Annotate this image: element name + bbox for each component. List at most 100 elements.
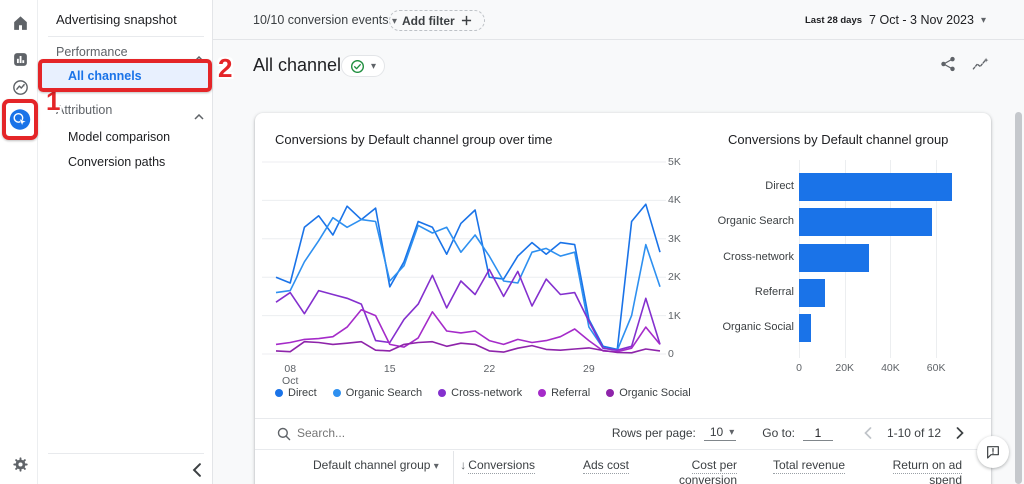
- y-tick-label: 1K: [668, 309, 681, 322]
- go-to-label: Go to:: [762, 426, 795, 440]
- add-filter-button[interactable]: Add filter: [389, 10, 485, 31]
- y-tick-label: 0: [668, 348, 674, 360]
- page-range-label: 1-10 of 12: [886, 426, 941, 440]
- nav-item-model-comparison[interactable]: Model comparison: [68, 130, 170, 144]
- bar-category-label: Cross-network: [723, 250, 794, 263]
- bar-category-label: Referral: [754, 285, 794, 298]
- nav-divider: [48, 453, 204, 454]
- legend-item-cross-network[interactable]: Cross-network: [438, 387, 522, 399]
- collapse-nav-icon[interactable]: [188, 461, 206, 479]
- vertical-scrollbar[interactable]: [1015, 112, 1022, 484]
- gear-icon[interactable]: [9, 453, 31, 475]
- y-tick-label: 2K: [668, 271, 681, 284]
- legend-label: Cross-network: [451, 387, 523, 399]
- date-range-selector[interactable]: Last 28 days 7 Oct - 3 Nov 2023 ▾: [805, 13, 986, 27]
- filter-bar: 10/10 conversion events ▾ Add filter Las…: [213, 0, 1024, 40]
- report-status-badge[interactable]: ▾: [341, 55, 386, 77]
- home-icon[interactable]: [9, 12, 31, 34]
- conversion-events-label: 10/10 conversion events: [253, 13, 389, 27]
- y-tick-label: 4K: [668, 194, 681, 207]
- column-header-ads-cost[interactable]: Ads cost: [545, 458, 629, 474]
- conversion-events-selector[interactable]: 10/10 conversion events ▾: [253, 13, 397, 27]
- next-page-icon[interactable]: [951, 424, 969, 442]
- legend-item-organic-search[interactable]: Organic Search: [332, 387, 422, 399]
- page-title: All channels: [253, 55, 351, 75]
- legend-dot-icon: [538, 389, 547, 397]
- line-chart-legend: Direct Organic Search Cross-network Referra…: [275, 387, 691, 399]
- bar-x-tick-label: 40K: [881, 362, 900, 374]
- add-filter-label: Add filter: [402, 13, 455, 28]
- explore-icon[interactable]: [9, 76, 31, 98]
- plus-icon: [461, 15, 471, 26]
- bar-category-label: Organic Social: [722, 321, 794, 333]
- column-header-return-on-ad-spend[interactable]: Return on ad spend: [872, 458, 962, 484]
- caret-down-icon: ▾: [371, 60, 377, 72]
- nav-section-performance[interactable]: Performance: [56, 45, 128, 59]
- ga4-advertising-page: Advertising snapshot Performance All cha…: [0, 0, 1024, 484]
- y-tick-label: 3K: [668, 232, 681, 245]
- legend-dot-icon: [606, 389, 615, 397]
- column-header-conversions[interactable]: ↓ Conversions: [435, 458, 535, 474]
- legend-item-organic-social[interactable]: Organic Social: [606, 387, 691, 399]
- line-chart-x-axis: 08 Oct 15 22 29: [262, 363, 672, 389]
- chevron-up-icon[interactable]: [194, 107, 206, 120]
- search-input[interactable]: [297, 426, 447, 440]
- date-range-text: 7 Oct - 3 Nov 2023: [869, 13, 974, 27]
- line-chart: [262, 161, 666, 355]
- bar-category-label: Organic Search: [717, 215, 794, 228]
- bar-referral: [799, 278, 826, 307]
- feedback-icon: [987, 446, 999, 459]
- bar-organic-social: [799, 314, 812, 342]
- caret-down-icon: ▾: [980, 14, 986, 26]
- rows-per-page-label: Rows per page:: [611, 426, 696, 440]
- legend-label: Direct: [288, 387, 317, 399]
- line-series-organic-search: [275, 216, 661, 351]
- legend-dot-icon: [438, 389, 447, 397]
- nav-item-advertising-snapshot[interactable]: Advertising snapshot: [56, 12, 177, 27]
- legend-dot-icon: [332, 389, 341, 397]
- column-label: Default channel group: [313, 458, 431, 472]
- x-tick-label: 22: [483, 363, 496, 375]
- bar-organic-search: [799, 208, 932, 237]
- legend-label: Referral: [551, 387, 591, 399]
- go-to-page-input[interactable]: [802, 425, 833, 441]
- insights-icon[interactable]: [971, 55, 993, 77]
- annotation-box-all-channels: [38, 59, 212, 92]
- bar-direct: [799, 173, 953, 201]
- annotation-step-2: 2: [218, 53, 233, 83]
- column-label: Total revenue: [772, 458, 845, 474]
- bar-chart-title: Conversions by Default channel group: [728, 132, 949, 147]
- column-label: Ads cost: [582, 458, 629, 474]
- legend-item-direct[interactable]: Direct: [275, 387, 317, 399]
- column-header-cost-per-conversion[interactable]: Cost per conversion: [647, 458, 737, 484]
- chevron-up-icon[interactable]: [194, 49, 206, 62]
- date-preset-label: Last 28 days: [805, 14, 863, 26]
- column-label: Return on ad spend: [892, 458, 962, 484]
- previous-page-icon[interactable]: [859, 424, 877, 442]
- x-tick-label: 08 Oct: [282, 363, 299, 387]
- sort-desc-icon: ↓: [460, 458, 467, 472]
- rows-per-page-select[interactable]: 10 ▾: [703, 425, 737, 441]
- legend-label: Organic Social: [619, 387, 691, 399]
- nav-item-conversion-paths[interactable]: Conversion paths: [68, 155, 165, 169]
- bar-x-tick-label: 20K: [835, 362, 855, 374]
- search-icon: [277, 427, 291, 441]
- column-header-total-revenue[interactable]: Total revenue: [765, 458, 845, 474]
- nav-divider: [48, 36, 204, 37]
- check-circle-icon: [351, 59, 364, 73]
- pagination-controls: Rows per page: 10 ▾ Go to: 1-10 of 12: [612, 424, 969, 442]
- bar-category-label: Direct: [765, 180, 794, 192]
- line-series-cross-network: [275, 268, 661, 351]
- nav-section-attribution[interactable]: Attribution: [56, 103, 112, 117]
- column-label: Conversions: [468, 458, 535, 474]
- column-header-default-channel-group[interactable]: Default channel group ▾: [313, 458, 439, 474]
- y-tick-label: 5K: [668, 156, 681, 168]
- reports-icon[interactable]: [9, 48, 31, 70]
- legend-item-referral[interactable]: Referral: [538, 387, 590, 399]
- table-header-row: Default channel group ▾ ↓ Conversions Ads…: [255, 449, 991, 484]
- bar-x-tick-label: 60K: [926, 362, 946, 374]
- feedback-button[interactable]: [977, 436, 1009, 468]
- share-icon[interactable]: [939, 55, 961, 77]
- x-tick-label: 29: [583, 363, 595, 375]
- annotation-box-advertising-icon: [2, 99, 38, 140]
